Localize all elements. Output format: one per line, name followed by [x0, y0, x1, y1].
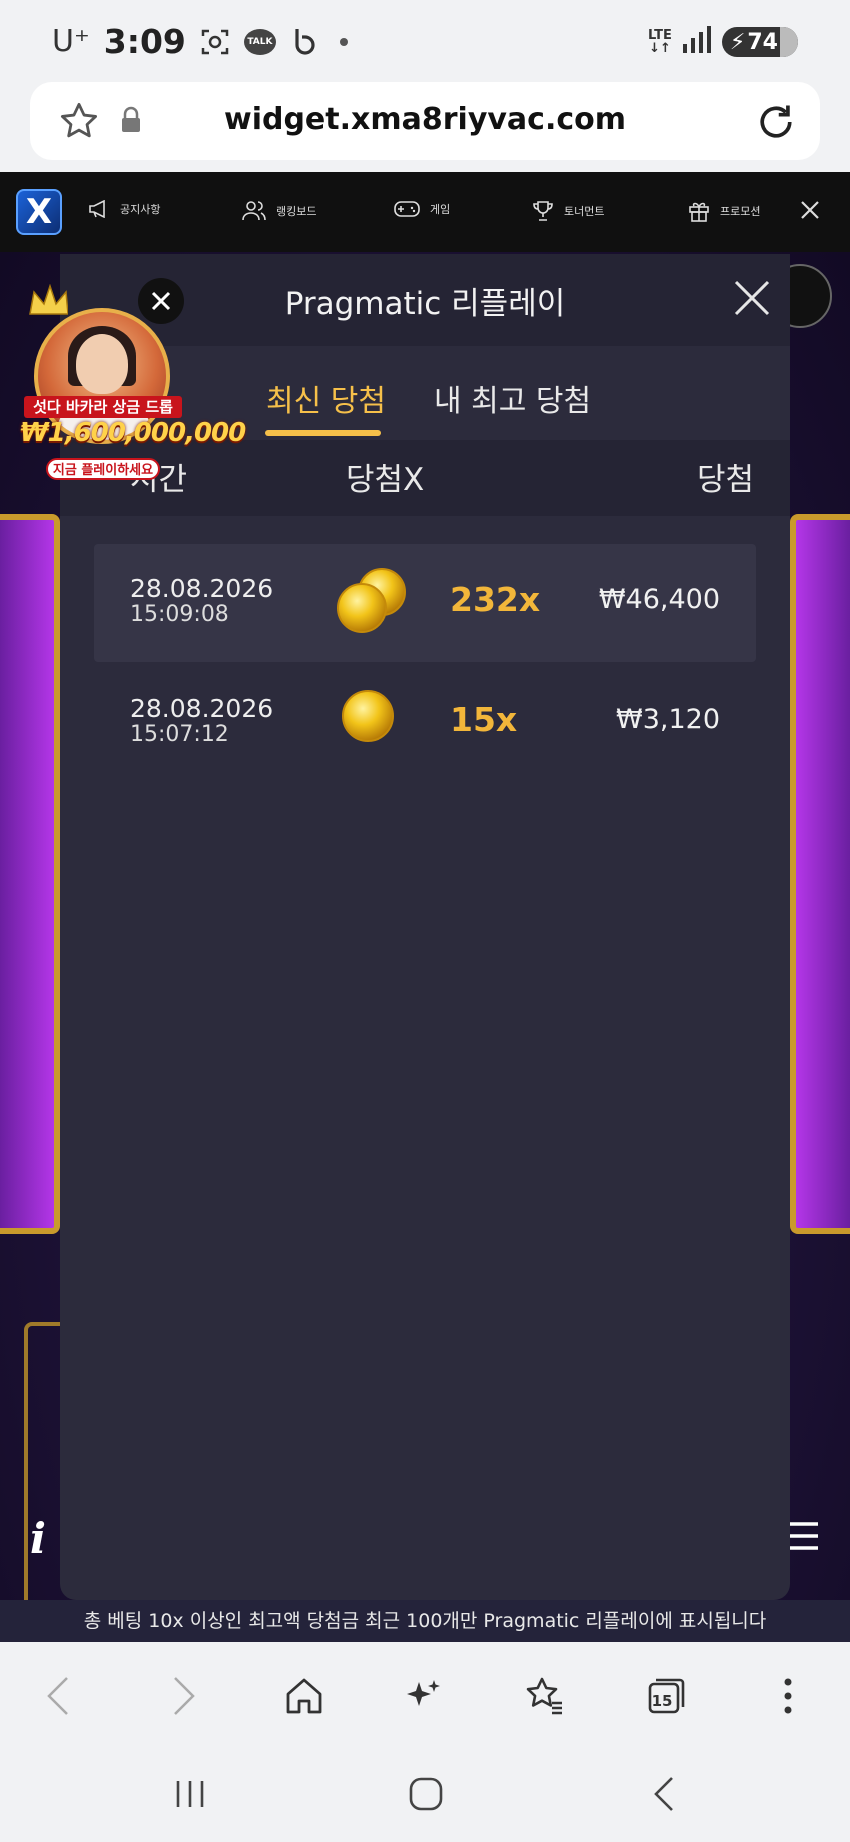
- promo-amount: ₩1,600,000,000: [20, 418, 246, 448]
- reel-frame-left: [0, 514, 60, 1234]
- site-nav: X 공지사항 랭킹보드 게임 토너먼트 프로모션: [0, 172, 850, 252]
- gamepad-icon: [394, 201, 420, 217]
- more-menu-icon[interactable]: [766, 1674, 810, 1718]
- table-row[interactable]: 28.08.2026 15:07:12 15x ₩3,120: [94, 664, 756, 782]
- nav-item-leaderboard[interactable]: 랭킹보드: [242, 200, 316, 222]
- signal-icon: [682, 26, 712, 58]
- promo-play-button[interactable]: 지금 플레이하세요: [46, 458, 160, 480]
- modal-close-icon[interactable]: [728, 274, 776, 326]
- nav-label: 토너먼트: [564, 205, 605, 218]
- lte-indicator: LTE ↓↑: [648, 28, 672, 56]
- nav-item-promotion[interactable]: 프로모션: [688, 200, 760, 222]
- system-back-icon[interactable]: [642, 1772, 686, 1816]
- clock: 3:09: [103, 22, 186, 61]
- nav-item-tournament[interactable]: 토너먼트: [532, 200, 604, 222]
- status-bar: U⁺ 3:09 TALK LTE ↓↑ ⚡ 74: [0, 0, 850, 80]
- battery-level: 74: [747, 29, 778, 55]
- info-icon[interactable]: i: [30, 1514, 46, 1563]
- nav-item-notice[interactable]: 공지사항: [88, 200, 160, 218]
- reel-frame-right: [790, 514, 850, 1234]
- tab-my-best-wins[interactable]: 내 최고 당첨: [434, 376, 591, 420]
- nav-label: 공지사항: [120, 203, 161, 216]
- column-multiplier: 당첨X: [346, 462, 425, 498]
- tabs-count: 15: [651, 1692, 673, 1710]
- carrier-label: U⁺: [52, 24, 90, 59]
- home-button-icon[interactable]: [404, 1772, 448, 1816]
- url-text[interactable]: widget.xma8riyvac.com: [30, 102, 820, 137]
- nav-item-games[interactable]: 게임: [394, 200, 450, 218]
- row-date: 28.08.2026 15:07:12: [130, 694, 274, 748]
- tabs-button[interactable]: 15: [644, 1674, 688, 1718]
- browser-toolbar: 15: [0, 1642, 850, 1748]
- column-win: 당첨: [696, 462, 754, 498]
- notification-dot-icon: [339, 37, 348, 46]
- replay-footer-note: 총 베팅 10x 이상인 최고액 당첨금 최근 100개만 Pragmatic …: [0, 1600, 850, 1642]
- close-icon[interactable]: [796, 196, 824, 228]
- system-nav-bar: [0, 1748, 850, 1842]
- battery-indicator: ⚡ 74: [721, 27, 798, 57]
- gift-icon: [689, 202, 709, 222]
- nav-label: 프로모션: [720, 205, 761, 218]
- active-tab-indicator: [265, 430, 381, 436]
- row-win: ₩46,400: [598, 584, 720, 615]
- row-time: 15:07:12: [130, 722, 229, 747]
- forward-icon[interactable]: [162, 1674, 206, 1718]
- decor-frame: [24, 1322, 64, 1642]
- row-time: 15:09:08: [130, 602, 229, 627]
- row-multiplier: 232x: [450, 580, 541, 619]
- address-bar[interactable]: widget.xma8riyvac.com: [30, 82, 820, 160]
- nav-label: 게임: [430, 203, 451, 216]
- crown-icon: [29, 284, 68, 315]
- tab-latest-wins[interactable]: 최신 당첨: [266, 376, 386, 420]
- row-date: 28.08.2026 15:09:08: [130, 574, 274, 628]
- band-icon: [290, 27, 320, 57]
- users-icon: [242, 201, 266, 221]
- row-win: ₩3,120: [616, 704, 720, 735]
- table-row[interactable]: 28.08.2026 15:09:08 232x ₩46,400: [94, 544, 756, 662]
- home-icon[interactable]: [282, 1674, 326, 1718]
- ai-sparkle-icon[interactable]: [402, 1674, 446, 1718]
- trophy-icon: [533, 201, 553, 221]
- back-icon[interactable]: [36, 1674, 80, 1718]
- recent-apps-icon[interactable]: [168, 1772, 212, 1816]
- hamburger-menu-icon[interactable]: [786, 1520, 820, 1556]
- site-logo[interactable]: X: [16, 189, 62, 235]
- bookmarks-icon[interactable]: [522, 1674, 566, 1718]
- promo-close-icon[interactable]: [138, 278, 184, 324]
- bolt-icon: ⚡: [729, 29, 746, 55]
- megaphone-icon: [89, 200, 105, 218]
- kakaotalk-icon: TALK: [243, 28, 276, 55]
- reload-icon[interactable]: [754, 100, 798, 148]
- coin-icon: [340, 686, 396, 750]
- coins-icon: [334, 566, 410, 640]
- row-multiplier: 15x: [450, 700, 518, 739]
- screenshot-icon: [200, 27, 230, 57]
- promo-title: 섯다 바카라 상금 드롭: [24, 396, 182, 418]
- nav-label: 랭킹보드: [276, 205, 317, 218]
